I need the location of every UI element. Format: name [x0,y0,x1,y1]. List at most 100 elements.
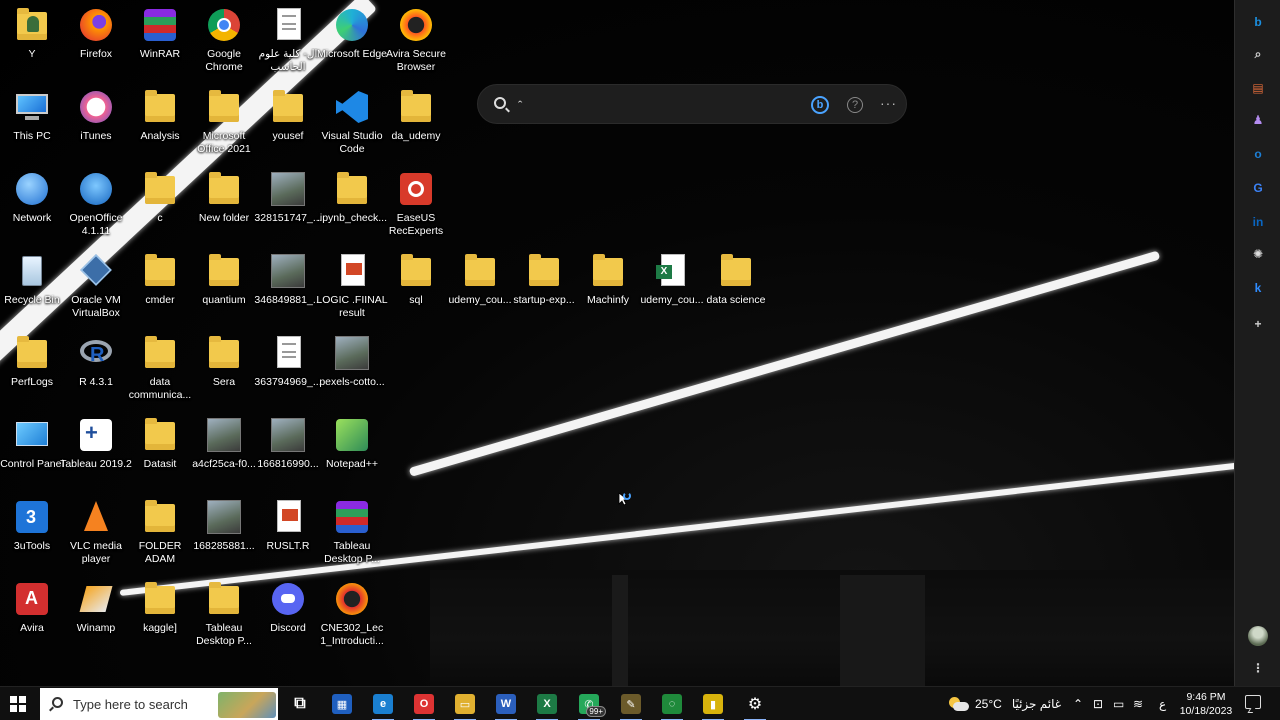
start-button[interactable] [10,696,26,712]
desktop-icon[interactable]: pexels-cotto... [319,328,385,408]
help-icon[interactable]: ? [847,97,863,113]
add-icon[interactable]: + [1248,314,1268,334]
desktop-icon[interactable]: data science [704,246,768,326]
desktop-icon[interactable]: 328151747_... [254,164,322,244]
desktop-icon[interactable]: FOLDER ADAM [128,492,192,572]
desktop-icon[interactable]: c [128,164,192,244]
weather-widget[interactable]: 25°C غائم جزئيًا [947,687,1061,720]
desktop-icon[interactable]: Datasit [128,410,192,490]
excel-icon[interactable]: X [528,687,566,720]
word-icon[interactable]: W [487,687,525,720]
desktop-icon[interactable]: sql [384,246,448,326]
desktop-icon[interactable]: iTunes [64,82,128,162]
desktop-icon[interactable]: This PC [0,82,64,162]
desktop-icon[interactable]: WinRAR [128,0,192,80]
bing-icon[interactable]: b [811,96,829,114]
desktop-icon[interactable]: Visual Studio Code [320,82,384,162]
desktop-icon[interactable]: Winamp [64,574,128,654]
profile-avatar-icon[interactable] [1248,626,1268,646]
desktop-icon[interactable]: 363794969_... [254,328,322,408]
games-icon[interactable]: ♟ [1248,110,1268,130]
network-tray-icon[interactable]: ⊡ [1093,687,1103,720]
settings-icon[interactable]: ⚙ [736,687,774,720]
tools-icon[interactable]: ▤ [1248,78,1268,98]
desktop-icon[interactable]: 346849881_... [254,246,322,326]
translator-icon[interactable]: G [1248,178,1268,198]
desktop-icon[interactable]: kaggle] [128,574,192,654]
desktop-icon[interactable]: A Avira [0,574,64,654]
desktop-icon[interactable]: Avira Secure Browser [384,0,448,80]
desktop-icon[interactable]: + Tableau 2019.2 [60,410,132,490]
desktop-icon[interactable]: New folder [192,164,256,244]
desktop-icon[interactable]: Network [0,164,64,244]
bing-copilot-icon[interactable]: b [1248,12,1268,32]
powerbi-icon[interactable]: ▮ [694,687,732,720]
store-icon[interactable]: ▦ [323,687,361,720]
desktop-icon[interactable]: Microsoft Edge [317,0,387,80]
desktop-icon[interactable]: 166816990... [256,410,320,490]
desktop-icon[interactable]: startup-exp... [512,246,576,326]
desktop-icon[interactable]: CNE302_Lec 1_Introducti... [320,574,384,654]
chevron-up-icon[interactable]: ⌃ [1073,687,1083,720]
desktop-icon[interactable]: da_udemy [384,82,448,162]
desktop-icon[interactable]: Firefox [64,0,128,80]
desktop-icon[interactable]: R R 4.3.1 [64,328,128,408]
desktop-icon[interactable]: Recycle Bin [0,246,64,326]
desktop-icon[interactable]: .ipynb_check... [317,164,387,244]
outlook-icon[interactable]: o [1248,144,1268,164]
k-icon[interactable]: k [1248,278,1268,298]
file-explorer-icon[interactable]: ▭ [446,687,484,720]
desktop-icon[interactable]: 3 3uTools [0,492,64,572]
desktop-icon[interactable]: ال- كلية علوم الحاسب [256,0,320,80]
desktop-icon[interactable]: Oracle VM VirtualBox [64,246,128,326]
desktop-icon[interactable]: Machinfy [576,246,640,326]
desktop-icon[interactable]: Tableau Desktop P... [320,492,384,572]
task-view-icon[interactable]: ⧉ [281,687,319,720]
desktop-icon[interactable]: LOGIC .FIINAL result [316,246,388,326]
desktop-icon[interactable]: Xudemy_cou... [640,246,704,326]
linkedin-icon[interactable]: in [1248,212,1268,232]
desktop-icon[interactable]: Analysis [128,82,192,162]
clock-date: 10/18/2023 [1179,705,1233,717]
desktop-icon[interactable]: Y [0,0,64,80]
battery-icon[interactable]: ▭ [1113,687,1124,720]
desktop-icon[interactable]: quantium [192,246,256,326]
more-icon[interactable]: ··· [880,95,897,111]
desktop-icon[interactable]: RUSLT.R [256,492,320,572]
whatsapp-icon[interactable]: ✆ 99+ [570,687,608,720]
desktop-icon[interactable]: yousef [256,82,320,162]
tool-app-icon[interactable]: ✎ [612,687,650,720]
notification-icon[interactable] [1245,695,1261,713]
clock[interactable]: 9:46 PM 10/18/2023 [1176,690,1236,718]
desktop-icon[interactable]: Google Chrome [192,0,256,80]
wifi-icon[interactable]: ≋ [1133,687,1143,720]
desktop-icon[interactable]: cmder [128,246,192,326]
language-indicator[interactable]: ع [1159,687,1166,720]
desktop-icon[interactable]: VLC media player [64,492,128,572]
desktop-icon[interactable]: OpenOffice 4.1.11 [64,164,128,244]
desktop-icon[interactable]: 168285881... [192,492,256,572]
bing-search-box[interactable]: b ? ··· [477,84,907,124]
more-vertical-icon[interactable]: ⋮ [1248,658,1268,678]
taskbar-search[interactable]: Type here to search [40,688,278,720]
desktop-icon[interactable]: Notepad++ [320,410,384,490]
desktop-icon[interactable]: Discord [256,574,320,654]
desktop-icon[interactable]: udemy_cou... [448,246,512,326]
desktop-icon-label: kaggle] [143,622,177,634]
opera-icon[interactable]: O [405,687,443,720]
desktop-icon[interactable]: Tableau Desktop P... [192,574,256,654]
desktop-icon[interactable]: a4cf25ca-f0... [192,410,256,490]
desktop-icon-label: Control Panel [0,458,64,470]
refresh-app-icon[interactable]: ◌ [653,687,691,720]
edge-icon[interactable]: e [364,687,402,720]
desktop-icon[interactable]: Microsoft Office 2021 [192,82,256,162]
desktop-icon[interactable]: EaseUS RecExperts [384,164,448,244]
bing-search-input[interactable] [518,93,798,117]
desktop-icon[interactable]: Control Panel [0,410,64,490]
chatgpt-icon[interactable]: ✺ [1248,244,1268,264]
search-icon[interactable]: ⌕ [1248,44,1268,64]
desktop-icon[interactable]: PerfLogs [0,328,64,408]
desktop-icon[interactable]: Sera [192,328,256,408]
control-panel-icon [13,416,51,454]
desktop-icon[interactable]: data communica... [128,328,192,408]
